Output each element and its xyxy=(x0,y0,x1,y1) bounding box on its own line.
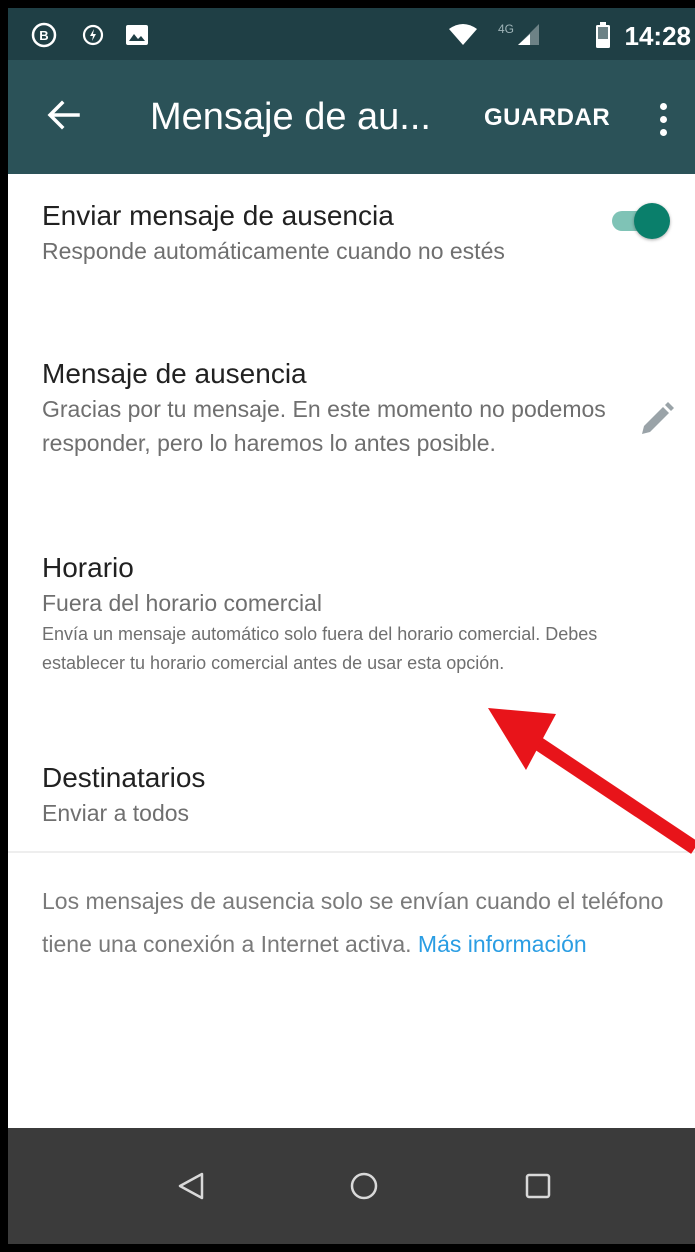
svg-text:B: B xyxy=(39,28,48,43)
battery-icon xyxy=(594,22,612,48)
more-info-link[interactable]: Más información xyxy=(418,931,587,957)
save-button[interactable]: GUARDAR xyxy=(484,104,610,132)
schedule-note: Envía un mensaje automático solo fuera d… xyxy=(42,624,598,673)
app-bar: Mensaje de au... GUARDAR xyxy=(8,60,695,174)
nav-recents-button[interactable] xyxy=(518,1166,558,1206)
phone-screen: B 4G 14:28 Mensaje de au... GUARDAR Envi… xyxy=(8,8,695,1244)
nav-back-icon xyxy=(178,1172,204,1200)
network-type-label: 4G xyxy=(497,22,514,36)
away-toggle-title: Enviar mensaje de ausencia xyxy=(42,200,394,231)
signal-icon: 4G xyxy=(494,22,544,48)
away-message-title: Mensaje de ausencia xyxy=(42,358,307,389)
footer-info: Los mensajes de ausencia solo se envían … xyxy=(42,880,672,966)
image-icon xyxy=(124,22,150,48)
status-time: 14:28 xyxy=(624,21,692,51)
annotation-arrow-icon xyxy=(488,708,695,854)
schedule-subtitle: Fuera del horario comercial xyxy=(42,590,322,616)
more-vert-icon xyxy=(659,102,667,110)
page-title: Mensaje de au... xyxy=(150,96,431,138)
nav-recents-icon xyxy=(525,1173,551,1199)
more-options-button[interactable] xyxy=(648,94,678,144)
edit-icon[interactable] xyxy=(636,400,676,440)
away-toggle-subtitle: Responde automáticamente cuando no estés xyxy=(42,238,505,264)
back-button[interactable] xyxy=(38,90,88,140)
nav-home-icon xyxy=(350,1172,378,1200)
data-saver-icon xyxy=(80,22,106,48)
away-message-toggle-row[interactable]: Enviar mensaje de ausencia Responde auto… xyxy=(42,198,582,268)
schedule-row[interactable]: Horario Fuera del horario comercial Enví… xyxy=(42,550,662,678)
system-nav-bar xyxy=(8,1128,695,1244)
wifi-icon xyxy=(448,22,478,48)
away-message-row[interactable]: Mensaje de ausencia Gracias por tu mensa… xyxy=(42,356,607,460)
status-bar: B 4G 14:28 xyxy=(8,8,695,60)
nav-back-button[interactable] xyxy=(171,1166,211,1206)
away-message-switch[interactable] xyxy=(608,200,670,240)
b-circle-icon: B xyxy=(30,22,58,48)
schedule-title: Horario xyxy=(42,552,134,583)
away-message-text: Gracias por tu mensaje. En este momento … xyxy=(42,396,606,456)
arrow-left-icon xyxy=(47,100,80,130)
nav-home-button[interactable] xyxy=(344,1166,384,1206)
